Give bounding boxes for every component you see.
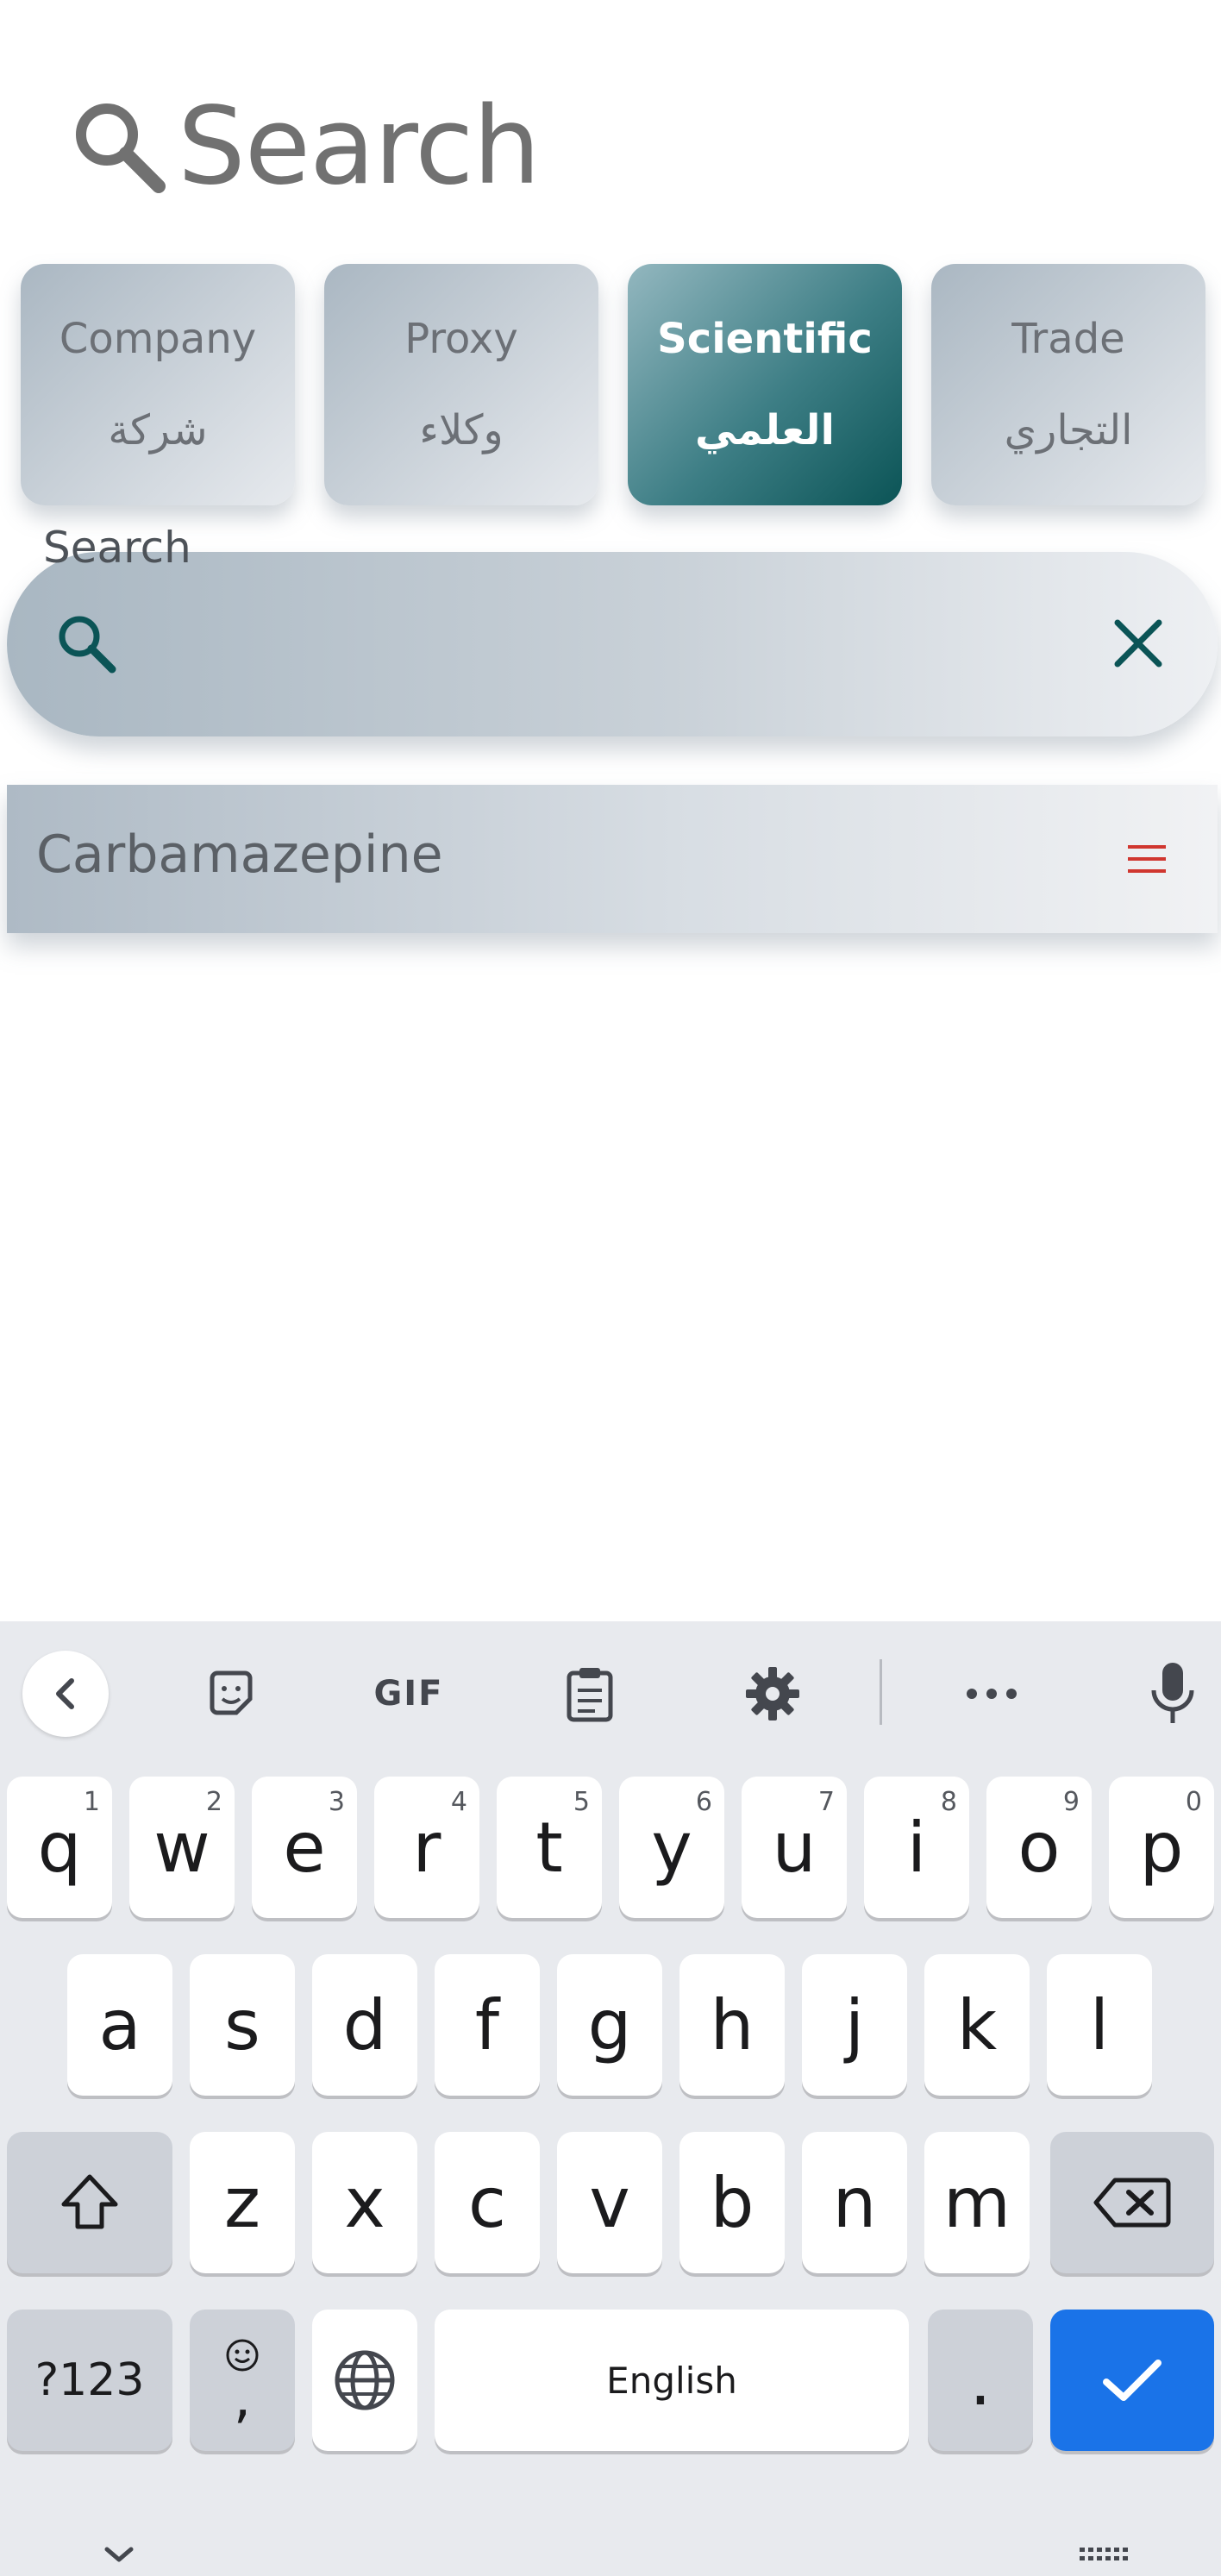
key-k[interactable]: k (924, 1954, 1030, 2096)
keyboard-toolbar: GIF (0, 1621, 1221, 1759)
period-key[interactable]: . (928, 2310, 1033, 2451)
key-x[interactable]: x (312, 2132, 417, 2273)
tab-label-ar: شركة (108, 406, 208, 454)
key-q[interactable]: q1 (7, 1777, 112, 1918)
key-n[interactable]: n (802, 2132, 907, 2273)
tab-trade[interactable]: Trade التجاري (931, 264, 1205, 505)
key-p[interactable]: p0 (1109, 1777, 1214, 1918)
emoji-comma-stack: , (224, 2337, 260, 2430)
toolbar-divider (880, 1659, 882, 1725)
key-label: e (283, 1807, 326, 1888)
key-t[interactable]: t5 (497, 1777, 602, 1918)
key-c[interactable]: c (435, 2132, 540, 2273)
back-icon[interactable] (22, 1651, 109, 1737)
key-a[interactable]: a (67, 1954, 172, 2096)
shift-key[interactable] (7, 2132, 172, 2273)
search-screen: Search Company شركة Proxy وكلاء Scientif… (0, 0, 1221, 2576)
key-label: r (412, 1807, 441, 1888)
list-item[interactable]: Carbamazepine (7, 785, 1218, 933)
tab-proxy[interactable]: Proxy وكلاء (324, 264, 598, 505)
key-label: t (535, 1807, 563, 1888)
on-screen-keyboard: GIF q 1 w 2 e 3 r 4 t 5 y 6 u 7 i 8 o 9 … (0, 1621, 1221, 2576)
category-tabs: Company شركة Proxy وكلاء Scientific العل… (21, 264, 1205, 505)
search-field-label: Search (43, 523, 191, 573)
clipboard-icon[interactable] (547, 1651, 633, 1737)
backspace-icon (1093, 2178, 1171, 2228)
key-hint: 7 (817, 1787, 835, 1817)
search-icon (66, 91, 169, 203)
page-header: Search (66, 85, 541, 209)
key-label: u (772, 1807, 817, 1888)
key-hint: 0 (1185, 1787, 1202, 1817)
page-title: Search (178, 85, 541, 209)
key-r[interactable]: r4 (374, 1777, 479, 1918)
check-icon (1103, 2360, 1162, 2401)
enter-key[interactable] (1050, 2310, 1214, 2451)
chevron-down-icon[interactable] (102, 2544, 136, 2570)
key-z[interactable]: z (190, 2132, 295, 2273)
keyboard-switch-icon[interactable] (1078, 2542, 1128, 2572)
key-label: i (906, 1807, 927, 1888)
key-d[interactable]: d (312, 1954, 417, 2096)
tab-label-en: Proxy (404, 315, 518, 363)
key-v[interactable]: v (557, 2132, 662, 2273)
key-j[interactable]: j (802, 1954, 907, 2096)
key-hint: 2 (205, 1787, 222, 1817)
gear-icon[interactable] (729, 1651, 816, 1737)
result-name: Carbamazepine (36, 824, 443, 885)
key-f[interactable]: f (435, 1954, 540, 2096)
key-hint: 5 (573, 1787, 590, 1817)
tab-label-en: Trade (1011, 315, 1125, 363)
mic-icon[interactable] (1130, 1651, 1216, 1737)
key-label: o (1018, 1807, 1061, 1888)
search-input[interactable] (7, 552, 1218, 736)
language-key[interactable] (312, 2310, 417, 2451)
more-icon[interactable] (949, 1651, 1035, 1737)
emoji-comma-key[interactable]: , (190, 2310, 295, 2451)
symbols-key[interactable]: ?123 (7, 2310, 172, 2451)
tab-label-ar: التجاري (1004, 406, 1133, 454)
sticker-icon[interactable] (188, 1651, 274, 1737)
tab-label-en: Company (59, 315, 257, 363)
clear-icon[interactable] (1104, 609, 1173, 678)
key-label: w (153, 1807, 210, 1888)
key-g[interactable]: g (557, 1954, 662, 2096)
key-w[interactable]: w2 (129, 1777, 235, 1918)
key-hint: 4 (450, 1787, 467, 1817)
key-hint: 1 (83, 1787, 100, 1817)
key-label: y (651, 1807, 692, 1888)
key-hint: 6 (695, 1787, 712, 1817)
key-label: q (37, 1807, 82, 1888)
key-hint: 9 (1062, 1787, 1080, 1817)
tab-company[interactable]: Company شركة (21, 264, 295, 505)
backspace-key[interactable] (1050, 2132, 1214, 2273)
key-m[interactable]: m (924, 2132, 1030, 2273)
tab-label-en: Scientific (657, 315, 873, 363)
tab-scientific[interactable]: Scientific العلمي (628, 264, 902, 505)
tab-label-ar: وكلاء (419, 406, 504, 454)
key-b[interactable]: b (679, 2132, 785, 2273)
key-o[interactable]: o9 (986, 1777, 1092, 1918)
shift-icon (61, 2174, 118, 2229)
key-e[interactable]: e3 (252, 1777, 357, 1918)
key-hint: 8 (940, 1787, 957, 1817)
system-nav-bar (0, 2527, 1221, 2576)
key-hint: 3 (328, 1787, 345, 1817)
globe-icon (335, 2350, 395, 2410)
tab-label-ar: العلمي (695, 406, 835, 454)
key-l[interactable]: l (1047, 1954, 1152, 2096)
key-h[interactable]: h (679, 1954, 785, 2096)
key-u[interactable]: u7 (742, 1777, 847, 1918)
gif-button[interactable]: GIF (366, 1651, 452, 1737)
key-y[interactable]: y6 (619, 1777, 724, 1918)
search-icon (52, 609, 121, 678)
comma-label: , (233, 2366, 252, 2430)
space-key[interactable]: English (435, 2310, 909, 2451)
key-label: p (1139, 1807, 1184, 1888)
menu-icon[interactable] (1128, 842, 1166, 876)
key-i[interactable]: i8 (864, 1777, 969, 1918)
key-s[interactable]: s (190, 1954, 295, 2096)
